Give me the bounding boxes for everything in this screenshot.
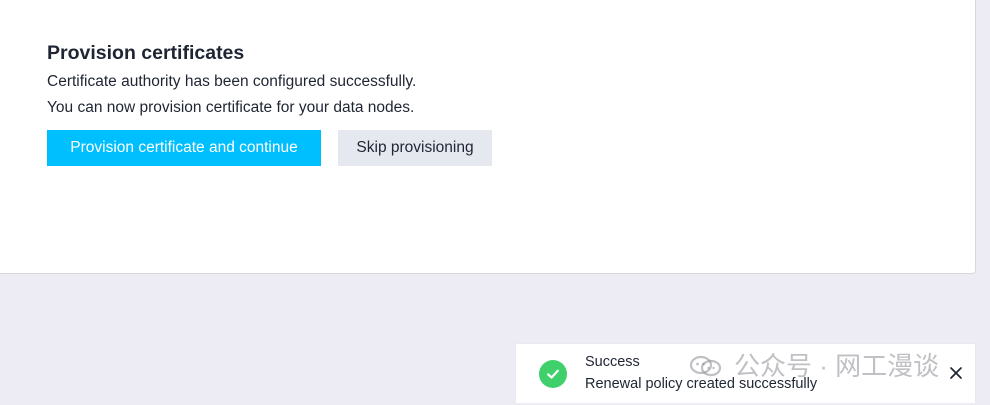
toast-title: Success: [585, 354, 640, 370]
description-line-2: You can now provision certificate for yo…: [47, 99, 415, 116]
close-icon[interactable]: [947, 364, 965, 382]
skip-provisioning-button[interactable]: Skip provisioning: [338, 130, 492, 166]
check-circle-icon: [539, 360, 567, 388]
provision-actions: Provision certificate and continue Skip …: [47, 130, 492, 166]
provision-certificate-button[interactable]: Provision certificate and continue: [47, 130, 321, 166]
provision-certificates-card: Provision certificates Certificate autho…: [0, 0, 976, 274]
page-title: Provision certificates: [47, 42, 245, 64]
description-line-1: Certificate authority has been configure…: [47, 73, 417, 90]
provision-content: Provision certificates Certificate autho…: [47, 41, 416, 121]
toast-message: Renewal policy created successfully: [585, 376, 818, 392]
success-toast: Success Renewal policy created successfu…: [515, 343, 976, 403]
